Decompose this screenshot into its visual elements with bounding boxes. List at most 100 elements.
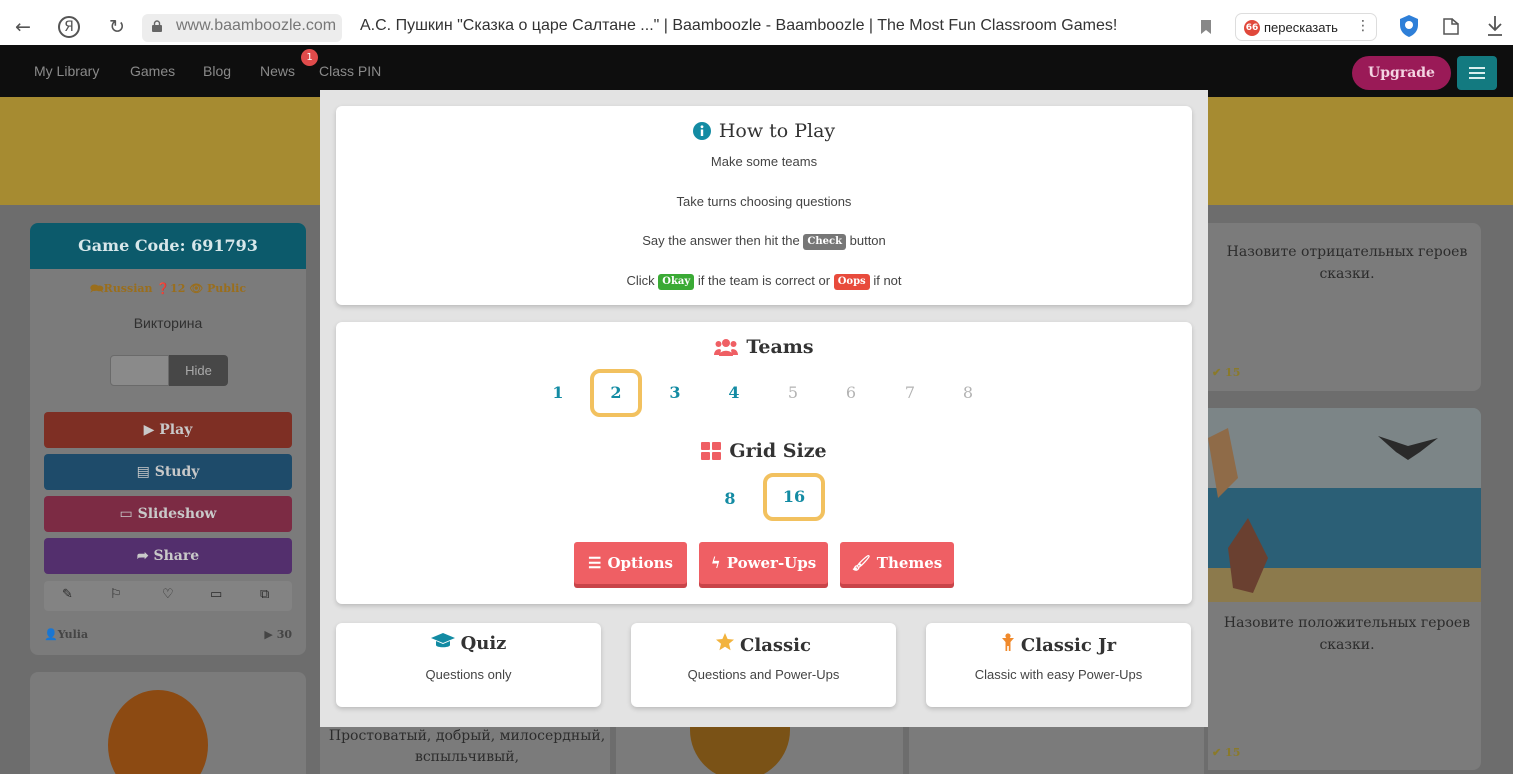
- instruction-4: Click Okay if the team is correct or Oop…: [336, 273, 1192, 290]
- folder-icon[interactable]: ▭: [210, 587, 222, 602]
- study-button[interactable]: ▤ Study: [44, 454, 292, 490]
- slideshow-button[interactable]: ▭ Slideshow: [44, 496, 292, 532]
- hide-toggle-button[interactable]: Hide: [169, 355, 228, 386]
- study-label: Study: [154, 464, 200, 480]
- game-visibility: Public: [207, 282, 247, 295]
- mode-classic-card[interactable]: Classic Questions and Power-Ups: [631, 623, 896, 707]
- nav-blog[interactable]: Blog: [203, 63, 231, 79]
- play-count-value: 30: [276, 628, 292, 641]
- question-text: Простоватый, добрый, милосердный, вспыль…: [328, 728, 606, 765]
- sliders-icon: ☰: [588, 554, 602, 572]
- yandex-icon[interactable]: Я: [58, 16, 80, 38]
- question-mark-image: [108, 690, 208, 774]
- mode-classic-heading: Classic: [631, 633, 896, 656]
- star-icon: [716, 633, 735, 651]
- grid-icon: [701, 442, 722, 460]
- nav-games[interactable]: Games: [130, 63, 175, 79]
- question-card[interactable]: Назовите положительных героев сказки. ✔ …: [1208, 408, 1481, 770]
- hide-toggle-track[interactable]: [110, 355, 169, 386]
- mode-classic-jr-heading: Classic Jr: [926, 633, 1191, 656]
- mode-classic-title: Classic: [740, 635, 811, 656]
- power-ups-label: Power-Ups: [726, 554, 817, 572]
- author-name: Yulia: [57, 628, 89, 641]
- settings-panel: Teams 1 2 3 4 5 6 7 8 Grid Size 8 16 ☰ Op…: [336, 322, 1192, 604]
- mode-classic-jr-card[interactable]: Classic Jr Classic with easy Power-Ups: [926, 623, 1191, 707]
- language-icon: 🗪: [89, 282, 104, 295]
- grid-option-16[interactable]: 16: [763, 473, 825, 521]
- grid-option-8[interactable]: 8: [710, 479, 750, 519]
- instruction-4-text: Click: [626, 273, 655, 288]
- grid-size-title: Grid Size: [729, 440, 827, 462]
- game-meta: 🗪Russian ❓12 👁 Public: [30, 280, 306, 299]
- team-option-4[interactable]: 4: [714, 373, 754, 413]
- instruction-2: Take turns choosing questions: [676, 194, 852, 209]
- team-option-8[interactable]: 8: [948, 373, 988, 413]
- oops-pill: Oops: [833, 274, 870, 290]
- how-to-play-title: How to Play: [718, 120, 836, 142]
- team-option-6[interactable]: 6: [831, 373, 871, 413]
- download-icon[interactable]: [1486, 14, 1504, 38]
- question-card-image[interactable]: [30, 672, 306, 774]
- bookmark-icon[interactable]: [1200, 20, 1212, 34]
- play-icon: ▶: [143, 422, 160, 438]
- nav-news[interactable]: News: [260, 63, 295, 79]
- edit-icon[interactable]: ✎: [62, 587, 73, 602]
- question-points: ✔ 15: [1212, 366, 1241, 379]
- monitor-icon: ▭: [119, 506, 138, 522]
- mode-classic-desc: Questions and Power-Ups: [687, 667, 840, 682]
- user-icon: 👤: [44, 628, 58, 641]
- child-icon: [1001, 633, 1014, 651]
- more-vertical-icon[interactable]: ⋮: [1356, 18, 1370, 34]
- grid-size-heading: Grid Size: [336, 440, 1192, 462]
- back-icon[interactable]: ←: [10, 14, 36, 40]
- page-title: А.С. Пушкин "Сказка о царе Салтане ..." …: [360, 17, 1118, 34]
- reload-icon[interactable]: ↻: [104, 14, 130, 40]
- instruction-3-tail: button: [849, 233, 886, 248]
- retell-button[interactable]: 66 пересказать ⋮: [1235, 13, 1377, 41]
- okay-pill: Okay: [658, 274, 695, 290]
- mode-quiz-card[interactable]: Quiz Questions only: [336, 623, 601, 707]
- game-code: Game Code: 691793: [30, 223, 306, 269]
- mode-quiz-title: Quiz: [460, 633, 507, 654]
- flag-icon[interactable]: ⚐: [110, 587, 122, 602]
- instruction-4-tail: if not: [873, 273, 902, 288]
- author[interactable]: 👤Yulia: [44, 628, 88, 641]
- instruction-4-mid: if the team is correct or: [697, 273, 831, 288]
- themes-button[interactable]: 🖌 Themes: [840, 542, 954, 584]
- news-badge: 1: [301, 49, 318, 66]
- shield-icon[interactable]: [1399, 14, 1419, 38]
- team-option-1[interactable]: 1: [538, 373, 578, 413]
- game-info-card: Game Code: 691793 🗪Russian ❓12 👁 Public …: [30, 223, 306, 655]
- themes-label: Themes: [876, 554, 943, 572]
- slideshow-label: Slideshow: [137, 506, 217, 522]
- how-to-play-panel: How to Play Make some teams Take turns c…: [336, 106, 1192, 305]
- team-option-7[interactable]: 7: [890, 373, 930, 413]
- heart-icon[interactable]: ♡: [162, 587, 174, 602]
- game-language: Russian: [103, 282, 153, 295]
- power-ups-button[interactable]: ϟ Power-Ups: [699, 542, 828, 584]
- team-option-3[interactable]: 3: [655, 373, 695, 413]
- options-button[interactable]: ☰ Options: [574, 542, 687, 584]
- lock-icon: [152, 20, 162, 32]
- eye-icon: 👁: [189, 282, 208, 295]
- teams-heading: Teams: [336, 336, 1192, 358]
- question-count: 12: [170, 282, 186, 295]
- team-option-5[interactable]: 5: [773, 373, 813, 413]
- nav-class-pin[interactable]: Class PIN: [319, 63, 381, 79]
- copy-icon[interactable]: ⧉: [260, 587, 269, 602]
- question-card[interactable]: Назовите отрицательных героев сказки. ✔ …: [1208, 223, 1481, 391]
- nav-my-library[interactable]: My Library: [34, 63, 99, 79]
- upgrade-button[interactable]: Upgrade: [1352, 56, 1451, 90]
- team-option-2[interactable]: 2: [590, 369, 642, 417]
- how-to-play-heading: How to Play: [336, 120, 1192, 142]
- check-pill: Check: [803, 234, 846, 250]
- play-button[interactable]: ▶ Play: [44, 412, 292, 448]
- retell-icon: 66: [1244, 20, 1260, 36]
- mode-classic-jr-title: Classic Jr: [1020, 635, 1117, 656]
- url-text[interactable]: www.baamboozle.com: [176, 17, 336, 35]
- play-label: Play: [159, 422, 193, 438]
- info-icon: [692, 122, 711, 140]
- hamburger-menu-icon[interactable]: [1457, 56, 1497, 90]
- extension-icon[interactable]: [1442, 16, 1460, 36]
- share-button[interactable]: ➦ Share: [44, 538, 292, 574]
